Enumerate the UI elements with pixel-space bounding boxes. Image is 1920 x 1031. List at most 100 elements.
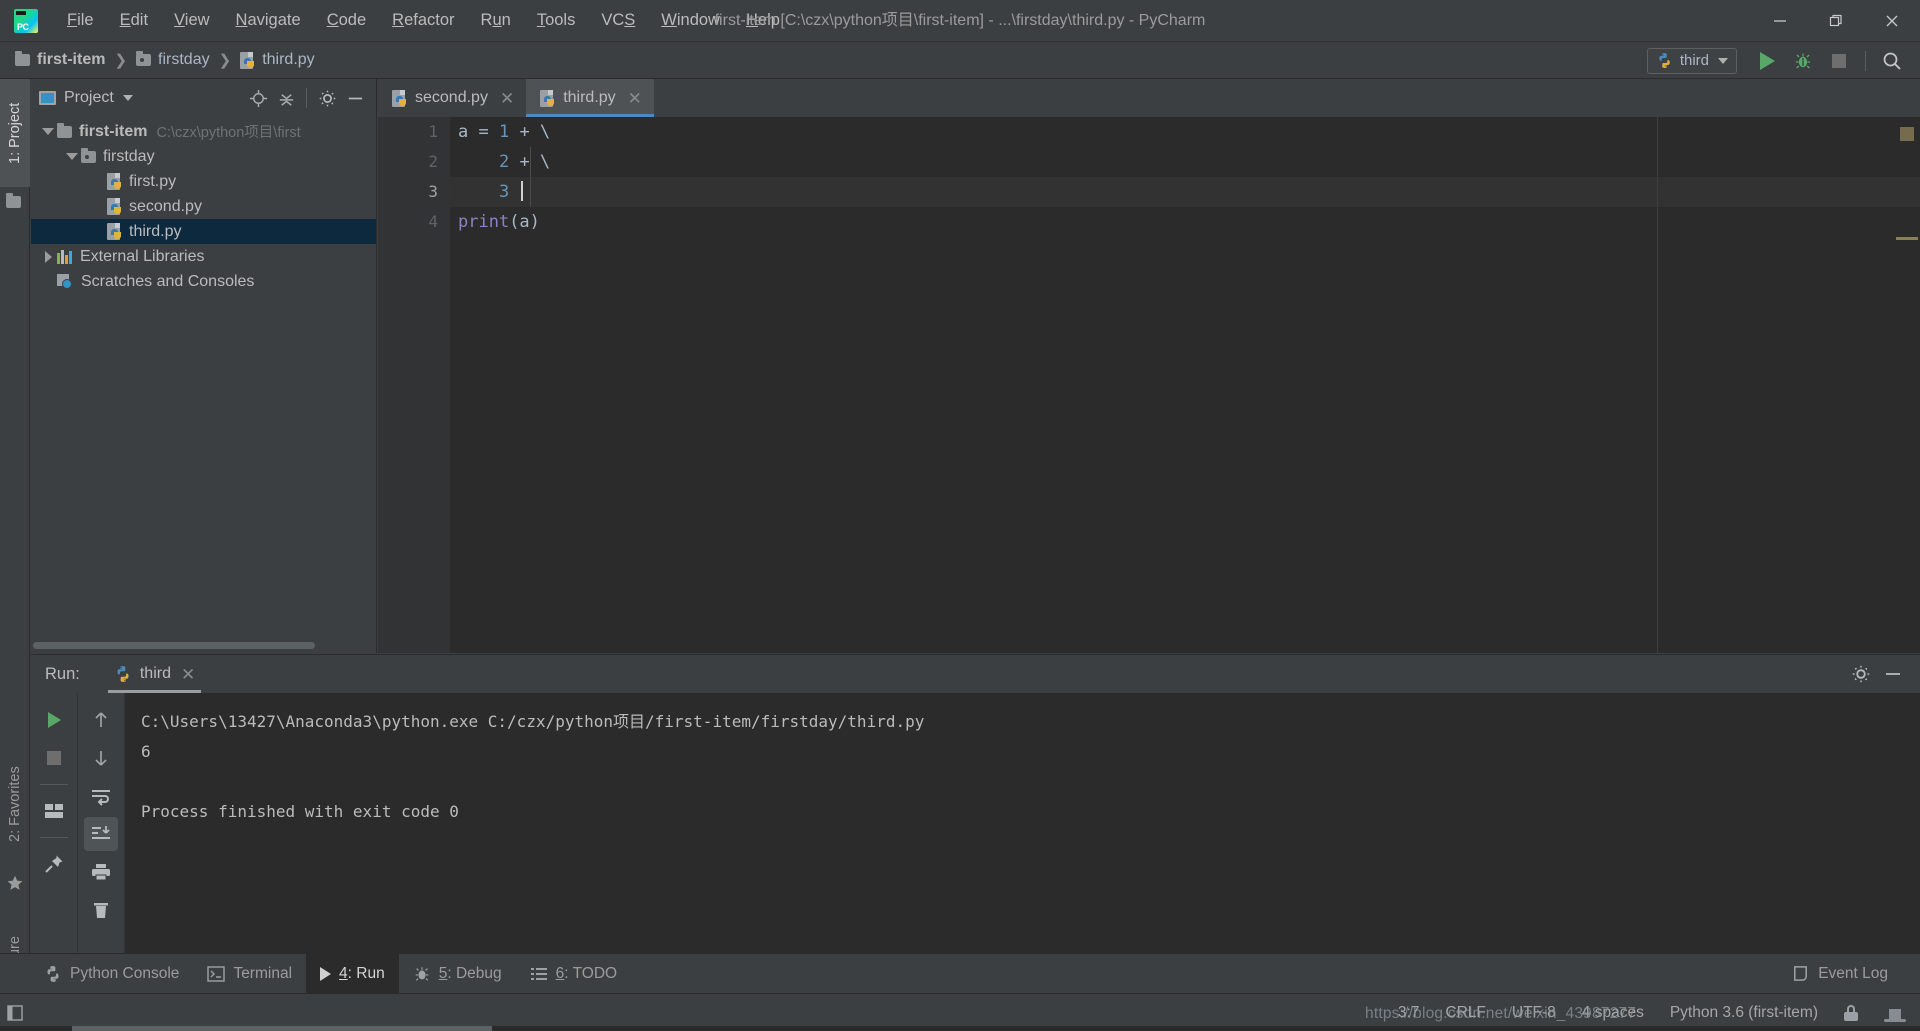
code-editor[interactable]: 1 2 3 4 a = 1 + \ 2 + \ 3 print(a) [378,117,1920,653]
menu-item-vcs[interactable]: VCS [588,7,648,34]
code-line-2: 2 + \ [498,152,551,172]
breadcrumb-item-file[interactable]: third.py [235,49,319,71]
sidebar-item-project[interactable]: 1: Project [0,79,30,187]
sidebar-item-favorites[interactable]: 2: Favorites [0,739,30,869]
up-stack-trace-button[interactable] [84,703,118,737]
minus-icon [348,97,362,99]
locate-in-tree-button[interactable] [245,85,271,111]
debug-button[interactable] [1785,46,1821,76]
folder-icon [6,193,24,213]
tree-node-project-root[interactable]: first-item C:\czx\python项目\first [31,119,376,144]
tree-node-path: C:\czx\python项目\first [156,125,301,141]
tab-third-py[interactable]: third.py ✕ [526,79,654,117]
line-number: 3 [428,182,438,201]
scroll-to-end-button[interactable] [84,817,118,851]
menu-item-file[interactable]: File [54,7,107,34]
tree-node-scratches[interactable]: Scratches and Consoles [31,269,376,294]
print-button[interactable] [84,855,118,889]
expand-arrow-icon[interactable] [39,128,57,135]
search-everywhere-button[interactable] [1874,46,1910,76]
expand-arrow-icon[interactable] [39,250,57,263]
project-panel-horizontal-scrollbar[interactable] [33,642,333,649]
hector-hat-icon[interactable] [1884,1004,1906,1022]
run-button[interactable] [1749,46,1785,76]
tree-node-first-py[interactable]: first.py [31,169,376,194]
tool-button-terminal[interactable]: Terminal [193,954,306,994]
settings-button[interactable] [1848,661,1874,687]
event-log-button[interactable]: Event Log [1777,954,1902,994]
stop-button[interactable] [37,741,71,775]
panel-divider [306,88,307,108]
tool-button-python-console[interactable]: Python Console [30,954,193,994]
python-icon [47,965,59,982]
tree-node-label: second.py [129,197,202,215]
python-interpreter[interactable]: Python 3.6 (first-item) [1670,1004,1818,1022]
tree-node-external-libraries[interactable]: External Libraries [31,244,376,269]
menu-item-tools[interactable]: Tools [524,7,589,34]
close-button[interactable] [1864,0,1920,42]
hide-toolwindows-button[interactable] [0,1004,30,1021]
tab-second-py[interactable]: second.py ✕ [378,79,527,117]
chevron-down-icon[interactable] [122,95,133,101]
close-icon[interactable]: ✕ [500,90,514,107]
menu-item-refactor[interactable]: Refactor [379,7,467,34]
run-configuration-selector[interactable]: third [1646,47,1737,74]
menu-item-run[interactable]: Run [468,7,524,34]
soft-wrap-button[interactable] [84,779,118,813]
rerun-button[interactable] [37,703,71,737]
breadcrumb-label: third.py [262,51,315,68]
code-line-4: print(a) [458,212,540,232]
pin-icon [45,855,63,873]
file-encoding[interactable]: UTF-8 [1512,1004,1556,1022]
close-icon[interactable]: ✕ [181,666,195,683]
tree-node-third-py[interactable]: third.py [31,219,376,244]
clear-all-button[interactable] [84,893,118,927]
maximize-button[interactable] [1808,0,1864,42]
tree-node-second-py[interactable]: second.py [31,194,376,219]
text-caret [521,181,524,201]
python-file-icon [540,89,555,107]
tree-node-label: first.py [129,172,177,190]
lock-icon[interactable] [1844,1004,1858,1021]
star-icon [6,874,24,892]
indent-size[interactable]: 4 spaces [1582,1004,1644,1022]
settings-button[interactable] [314,85,340,111]
menu-item-help[interactable]: Help [733,7,793,34]
tool-button-todo[interactable]: 6: TODO [516,954,631,994]
tool-button-run[interactable]: 4: Run [306,953,399,994]
tree-node-label: first-item [79,122,148,140]
layout-button[interactable] [37,794,71,828]
minimize-button[interactable] [1752,0,1808,42]
menu-item-code[interactable]: Code [314,7,379,34]
scroll-to-end-icon [92,826,110,839]
folder-module-icon [136,51,152,66]
pin-tab-button[interactable] [37,847,71,881]
tool-button-label: Terminal [233,964,293,982]
down-stack-trace-button[interactable] [84,741,118,775]
hide-panel-button[interactable] [342,85,368,111]
caret-position[interactable]: 3:7 [1398,1004,1420,1022]
breadcrumb-item-project[interactable]: first-item [10,49,110,71]
folder-module-icon [81,147,96,163]
tree-node-firstday[interactable]: firstday [31,144,376,169]
run-session-tab[interactable]: third ✕ [107,655,202,693]
run-console-output[interactable]: C:\Users\13427\Anaconda3\python.exe C:/c… [125,693,1920,954]
expand-arrow-icon[interactable] [63,153,81,160]
collapse-all-button[interactable] [273,85,299,111]
menu-item-view[interactable]: View [161,7,222,34]
close-icon[interactable]: ✕ [628,90,642,107]
horizontal-scrollbar[interactable] [0,1026,1920,1031]
stop-button[interactable] [1821,46,1857,76]
code-content[interactable]: a = 1 + \ 2 + \ 3 print(a) [450,117,1920,653]
menu-item-window[interactable]: Window [648,7,733,34]
line-separator[interactable]: CRLF [1445,1004,1485,1022]
line-number-gutter: 1 2 3 4 [378,117,450,653]
tool-button-debug[interactable]: 5: Debug [399,954,516,994]
error-stripe-marker[interactable] [1896,237,1918,240]
hide-panel-button[interactable] [1880,661,1906,687]
error-stripe-marker[interactable] [1900,127,1914,141]
menu-item-edit[interactable]: Edit [107,7,161,34]
tree-node-label: External Libraries [80,247,205,265]
breadcrumb-item-folder[interactable]: firstday [131,49,215,71]
menu-item-navigate[interactable]: Navigate [223,7,314,34]
